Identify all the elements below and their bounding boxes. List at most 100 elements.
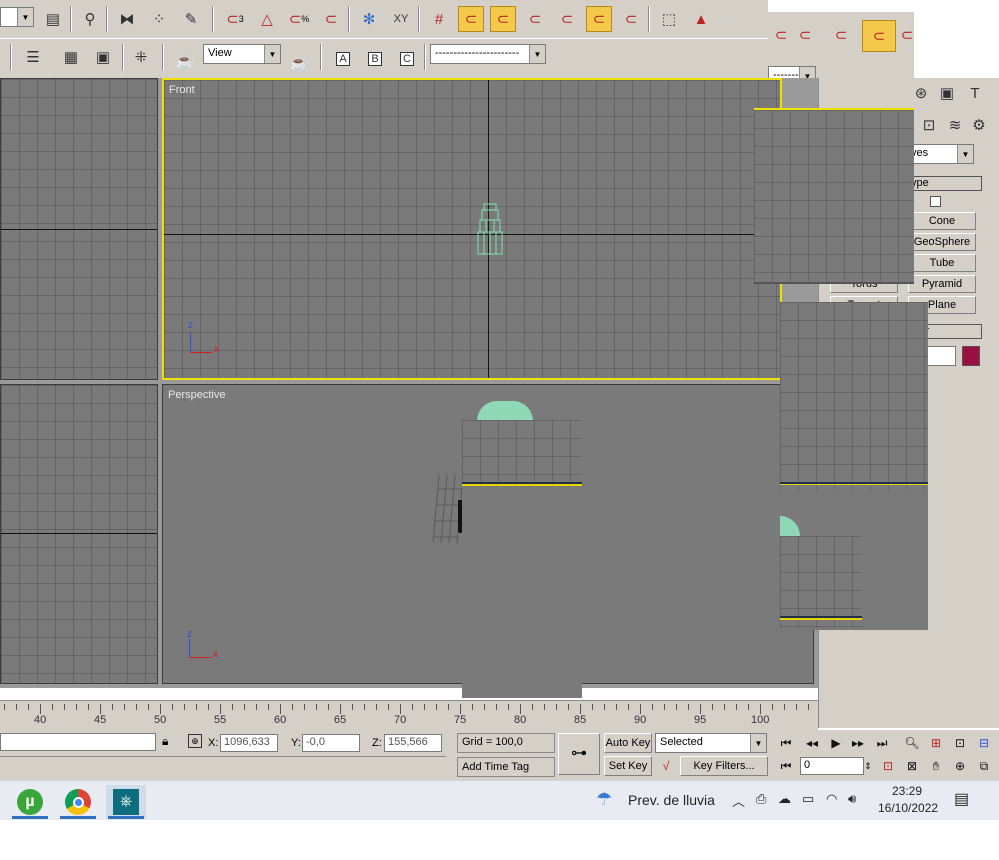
pan-icon[interactable]: ✋︎: [926, 757, 946, 775]
systems-gear-icon[interactable]: ⚙: [966, 112, 992, 138]
taskbar-utorrent-app[interactable]: µ: [10, 785, 50, 819]
snap-toggle-5-icon[interactable]: ⊂: [586, 6, 612, 32]
zoom-icon[interactable]: 🔍︎: [902, 734, 922, 752]
teapot-b-icon[interactable]: B: [362, 46, 388, 72]
time-configuration-icon[interactable]: ⊡: [878, 757, 898, 775]
snap-toggle-6-icon[interactable]: ⊂: [618, 6, 644, 32]
viewport-left[interactable]: [0, 384, 158, 684]
selection-filter-combo[interactable]: ▼: [0, 7, 34, 27]
overlay-snap-1-icon[interactable]: ⊂: [768, 22, 794, 48]
mirror-icon[interactable]: ⧓: [114, 6, 140, 32]
teapot-icon[interactable]: ☕: [286, 50, 312, 76]
eraser-icon[interactable]: ✎: [178, 6, 204, 32]
overlay-snap-5-icon[interactable]: ⊂: [900, 22, 914, 48]
viewport-top-left[interactable]: [0, 78, 158, 380]
snap-toggle-3-icon[interactable]: ⊂: [522, 6, 548, 32]
snowflake-icon[interactable]: ✻: [356, 6, 382, 32]
set-key-button[interactable]: Set Key: [604, 756, 652, 776]
zoom-region-icon[interactable]: ⊠: [902, 757, 922, 775]
coord-x-field[interactable]: 1096,633: [220, 734, 278, 752]
array-icon[interactable]: ⁘: [146, 6, 172, 32]
tray-network-error-icon[interactable]: ☁: [778, 791, 791, 807]
schematic-icon[interactable]: ▣: [90, 44, 116, 70]
wave-icon[interactable]: ≋: [942, 112, 968, 138]
snap-3-icon[interactable]: ⊂ 3: [222, 6, 248, 32]
cone-button[interactable]: Cone: [908, 212, 976, 230]
taskbar-3dsmax-app[interactable]: ⎈: [106, 785, 146, 819]
viewport-front[interactable]: Front z x: [162, 78, 782, 380]
play-icon[interactable]: ▶: [826, 734, 846, 752]
geosphere-button[interactable]: GeoSphere: [908, 233, 976, 251]
clock-time[interactable]: 23:29: [892, 784, 922, 798]
default-in-out-tangents-icon[interactable]: √: [656, 757, 676, 775]
percent-snap-icon[interactable]: ⊂%: [286, 6, 312, 32]
tube-button[interactable]: Tube: [908, 254, 976, 272]
tray-battery-icon[interactable]: ▭: [802, 791, 814, 807]
tray-wifi-icon[interactable]: ◠: [826, 791, 837, 807]
maximize-viewport-icon[interactable]: ⧉: [974, 757, 994, 775]
tray-device-icon[interactable]: ⎙: [756, 791, 766, 807]
tray-volume-icon[interactable]: 🔊︎: [848, 791, 856, 807]
overlay-snap-3-icon[interactable]: ⊂: [828, 22, 854, 48]
prompt-line[interactable]: [0, 733, 156, 751]
clock-date[interactable]: 16/10/2022: [878, 801, 938, 815]
snap-toggle-1-icon[interactable]: ⊂: [458, 6, 484, 32]
teapot-render-icon[interactable]: ☕: [172, 48, 198, 74]
overlay-snap-2-icon[interactable]: ⊂: [792, 22, 818, 48]
previous-frame-icon[interactable]: ◂◂: [802, 734, 822, 752]
notifications-icon[interactable]: ▤: [954, 789, 969, 809]
orbit-icon[interactable]: ⊕: [950, 757, 970, 775]
key-filters-button[interactable]: Key Filters...: [680, 756, 768, 776]
object-color-swatch[interactable]: [962, 346, 980, 366]
go-to-end-icon[interactable]: ⏭: [872, 734, 892, 752]
frame-spinner-icon[interactable]: ⇕: [862, 757, 874, 775]
zoom-extents-all-icon[interactable]: ⊟: [974, 734, 994, 752]
current-frame-field[interactable]: 0: [800, 757, 864, 775]
zoom-all-icon[interactable]: ⊞: [926, 734, 946, 752]
table-icon[interactable]: ▦: [58, 44, 84, 70]
front-object-wireframe[interactable]: [474, 202, 506, 258]
weather-text[interactable]: Prev. de lluvia: [628, 792, 715, 808]
rollout-type-header[interactable]: ype: [906, 176, 982, 191]
absolute-mode-icon[interactable]: ⊕: [188, 734, 202, 748]
go-to-start-icon[interactable]: ⏮: [776, 734, 796, 752]
layers-icon[interactable]: ☰: [20, 44, 46, 70]
display-panel-icon[interactable]: ⊛: [908, 80, 934, 106]
utilities-monitor-icon[interactable]: ▣: [934, 80, 960, 106]
coord-z-field[interactable]: 155,566: [384, 734, 442, 752]
zoom-extents-icon[interactable]: ⊡: [950, 734, 970, 752]
teapot-c-icon[interactable]: C: [394, 46, 420, 72]
add-time-tag[interactable]: Add Time Tag: [457, 757, 555, 777]
teapot-a-icon[interactable]: A: [330, 46, 356, 72]
space-warp-icon[interactable]: ⊡: [916, 112, 942, 138]
weather-umbrella-icon[interactable]: ☂: [596, 789, 612, 810]
pyramid-button[interactable]: Pyramid: [908, 275, 976, 293]
selected-combo[interactable]: Selected ▼: [655, 733, 767, 753]
perspective-dome-object[interactable]: [477, 401, 533, 421]
lock-selection-icon[interactable]: 🔒︎: [162, 734, 168, 749]
taskbar-chrome-app[interactable]: [58, 785, 98, 819]
snap-toggle-2-icon[interactable]: ⊂: [490, 6, 516, 32]
category-combo[interactable]: ves ▼: [906, 144, 974, 164]
snap-toggle-4-icon[interactable]: ⊂: [554, 6, 580, 32]
autogrid-checkbox[interactable]: [930, 196, 941, 207]
xy-icon[interactable]: XY: [388, 6, 414, 32]
layer-icon[interactable]: ▤: [40, 6, 66, 32]
show-hidden-icons-chevron-icon[interactable]: ︿: [732, 791, 745, 810]
view-combo[interactable]: View ▼: [203, 44, 281, 64]
render-preset-combo[interactable]: ----------------------- ▼: [430, 44, 546, 64]
overlay-snap-4-icon[interactable]: ⊂: [862, 20, 896, 52]
coord-y-field[interactable]: -0,0: [302, 734, 360, 752]
render-icon[interactable]: ▲: [688, 6, 714, 32]
spinner-snap-icon[interactable]: ⊂: [318, 6, 344, 32]
set-key-mode-button[interactable]: ⊶: [558, 733, 600, 775]
key-mode-toggle-icon[interactable]: ⏮: [776, 757, 796, 775]
grid-icon[interactable]: #: [426, 6, 452, 32]
utilities-hammer-icon[interactable]: T: [962, 80, 988, 106]
angle-snap-icon[interactable]: △: [254, 6, 280, 32]
next-frame-icon[interactable]: ▸▸: [848, 734, 868, 752]
link-icon[interactable]: ⚲: [77, 6, 103, 32]
box-icon[interactable]: ⬚: [656, 6, 682, 32]
material-editor-icon[interactable]: ⁜: [128, 44, 154, 70]
auto-key-button[interactable]: Auto Key: [604, 733, 652, 753]
